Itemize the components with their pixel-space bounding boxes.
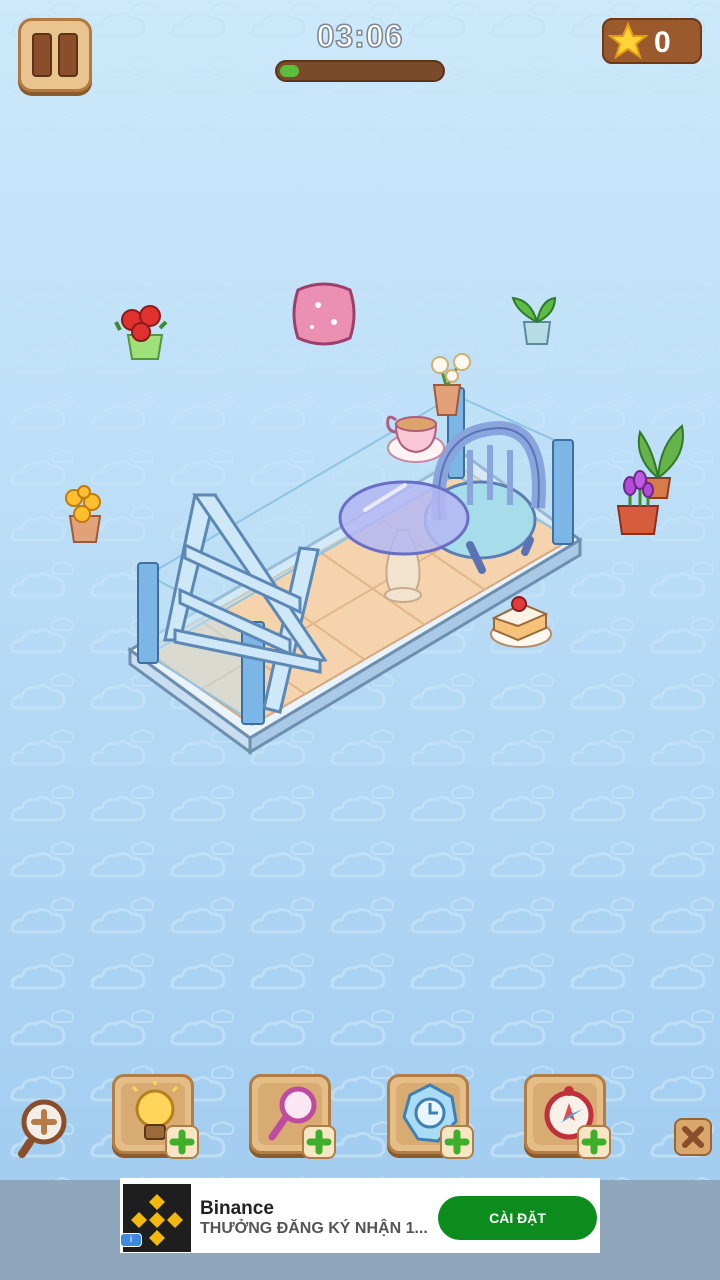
freeze-tool[interactable] [387,1074,474,1159]
yellow-flower-pot [65,485,102,543]
plus-icon [581,1129,607,1155]
pink-cushion [292,282,356,346]
plus-icon [169,1129,195,1155]
plus-icon [306,1129,332,1155]
close-toolbar-button[interactable] [674,1118,712,1156]
add-compass-button[interactable] [577,1125,611,1159]
magnifier-zoom-icon [18,1099,67,1158]
red-flower-pot [114,305,168,360]
close-icon [682,1126,704,1148]
compass-tool[interactable] [524,1074,611,1159]
ad-banner[interactable]: i Binance THƯỞNG ĐĂNG KÝ NHẬN 1... CÀI Đ… [120,1178,600,1253]
green-plant [511,296,557,345]
add-hint-button[interactable] [165,1125,199,1159]
magnify-tool[interactable] [249,1074,336,1159]
game-scene [65,282,684,755]
hint-tool[interactable] [112,1074,199,1159]
ad-info-icon[interactable]: i [120,1233,142,1247]
ad-title: Binance [200,1198,274,1219]
install-button[interactable]: CÀI ĐẶT [438,1196,597,1240]
zoom-in-button[interactable] [16,1098,70,1160]
teacup [386,415,445,463]
plus-icon [444,1129,470,1155]
ad-subtitle: THƯỞNG ĐĂNG KÝ NHẬN 1... [200,1220,428,1237]
add-freeze-button[interactable] [440,1125,474,1159]
add-magnify-button[interactable] [302,1125,336,1159]
